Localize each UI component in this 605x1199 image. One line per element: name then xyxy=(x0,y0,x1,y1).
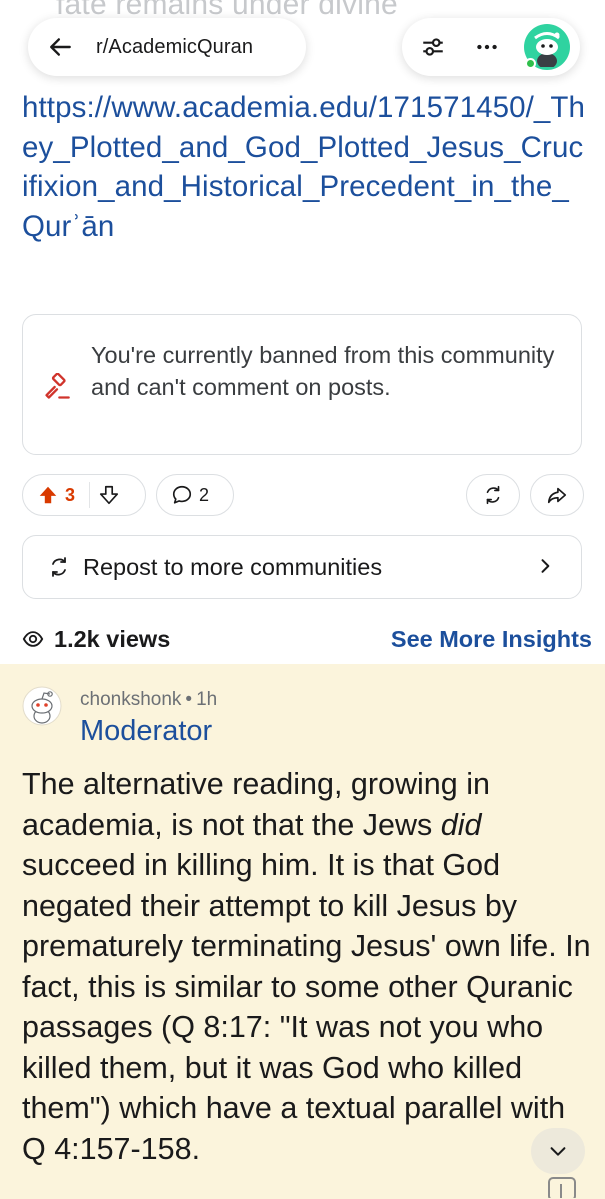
repost-button[interactable]: Repost to more communities xyxy=(22,535,582,599)
post-external-link[interactable]: https://www.academia.edu/171571450/_They… xyxy=(22,88,587,246)
share-button[interactable] xyxy=(530,474,584,516)
crosspost-icon xyxy=(52,557,66,577)
chevron-down-icon xyxy=(550,1147,566,1156)
comments-button[interactable]: 2 xyxy=(156,474,234,516)
ban-notice-text: You're currently banned from this commun… xyxy=(91,342,555,400)
user-avatar-button[interactable] xyxy=(524,24,570,70)
post-stats: 1.2k views See More Insights xyxy=(22,619,592,659)
vote-count: 3 xyxy=(65,484,76,505)
vote-divider xyxy=(89,482,91,508)
comment-author[interactable]: chonkshonk xyxy=(80,689,181,710)
share-icon xyxy=(547,487,567,504)
back-button[interactable] xyxy=(44,30,78,64)
meta-separator: • xyxy=(185,689,193,710)
scroll-down-button[interactable] xyxy=(531,1128,585,1174)
subreddit-name[interactable]: r/AcademicQuran xyxy=(96,36,253,59)
comment-body: The alternative reading, growing in acad… xyxy=(22,764,592,1169)
header-nav-pill: r/AcademicQuran xyxy=(28,18,306,76)
header-actions-pill xyxy=(402,18,580,76)
layout-icon xyxy=(548,1177,576,1199)
upvote-button[interactable] xyxy=(37,484,59,506)
comment-icon-wrap xyxy=(171,484,193,506)
more-options-button[interactable] xyxy=(470,30,504,64)
arrow-left-icon xyxy=(50,38,71,56)
see-more-insights-link[interactable]: See More Insights xyxy=(391,626,592,653)
comment-meta: chonkshonk • 1h xyxy=(80,689,217,711)
view-count: 1.2k views xyxy=(54,625,171,652)
arrow-up-filled-icon xyxy=(39,486,57,504)
snoo-avatar-icon xyxy=(22,686,62,726)
comment-body-emphasis: did xyxy=(440,807,482,842)
sliders-icon xyxy=(423,38,443,56)
eye-icon xyxy=(22,631,44,647)
ban-notice: You're currently banned from this commun… xyxy=(22,314,582,455)
chevron-right-icon xyxy=(535,556,555,581)
comment-avatar[interactable] xyxy=(22,686,62,726)
vote-control: 3 xyxy=(22,474,146,516)
comment-body-part-2: succeed in killing him. It is that God n… xyxy=(22,848,591,1166)
repost-label: Repost to more communities xyxy=(83,553,383,580)
comment-count: 2 xyxy=(199,484,210,505)
arrow-down-icon xyxy=(99,485,119,505)
speech-bubble-icon xyxy=(172,485,192,504)
crosspost-icon xyxy=(486,485,500,505)
ban-icon-wrap xyxy=(43,372,71,401)
comment-item: chonkshonk • 1h Moderator The alternative … xyxy=(0,664,605,1199)
moderator-flair: Moderator xyxy=(80,715,213,747)
comment-time: 1h xyxy=(196,689,218,710)
crosspost-button[interactable] xyxy=(466,474,520,516)
more-horizontal-icon xyxy=(477,44,497,50)
gavel-icon xyxy=(45,372,70,399)
filter-button[interactable] xyxy=(416,30,450,64)
comment-body-part-1: The alternative reading, growing in acad… xyxy=(22,767,490,842)
layout-toggle-button[interactable] xyxy=(547,1174,577,1199)
downvote-button[interactable] xyxy=(98,484,120,506)
online-status-dot xyxy=(525,58,536,69)
